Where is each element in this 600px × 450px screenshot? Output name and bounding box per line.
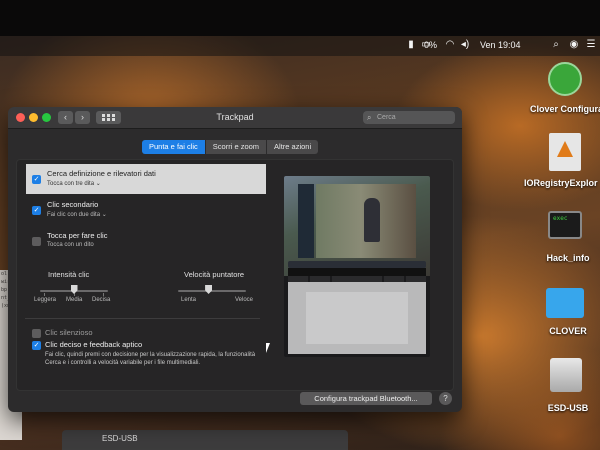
secondary-click-gesture-select[interactable]: Fai clic con due dita ⌄ xyxy=(47,211,107,218)
lookup-gesture-select[interactable]: Tocca con tre dita ⌄ xyxy=(47,180,101,187)
tab-bar: Punta e fai clic Scorri e zoom Altre azi… xyxy=(142,140,319,154)
slider-tick xyxy=(44,293,45,296)
battery-percent[interactable]: 0% xyxy=(424,40,437,50)
force-click-checkbox[interactable]: ✓ xyxy=(32,341,41,350)
displays-icon[interactable]: ▮ xyxy=(405,39,417,51)
checkmark-icon: ✓ xyxy=(33,176,40,183)
secondary-click-title: Clic secondario xyxy=(47,200,99,209)
preview-photos-sidebar xyxy=(298,184,314,258)
search-icon: ⌕ xyxy=(367,113,372,122)
checkmark-icon: ✓ xyxy=(33,342,40,349)
checkmark-icon: ✓ xyxy=(33,207,40,214)
tab-scroll-and-zoom[interactable]: Scorri e zoom xyxy=(205,140,268,154)
window-titlebar[interactable]: ‹ › Trackpad ⌕ Cerca xyxy=(8,107,462,129)
clover-folder-icon[interactable] xyxy=(546,288,584,318)
screen-bezel xyxy=(0,0,600,36)
silent-click-title: Clic silenzioso xyxy=(45,328,93,337)
clover-configurator-label[interactable]: Clover Configurator xyxy=(530,104,600,115)
preview-dock xyxy=(288,261,426,268)
section-divider xyxy=(25,318,260,319)
tab-more-gestures[interactable]: Altre azioni xyxy=(267,140,319,154)
tab-point-and-click[interactable]: Punta e fai clic xyxy=(142,140,206,154)
ioregistry-glyph-icon xyxy=(557,141,573,157)
force-click-title: Clic deciso e feedback aptico xyxy=(45,340,143,349)
clover-configurator-icon[interactable] xyxy=(548,62,582,96)
clover-label[interactable]: CLOVER xyxy=(536,326,600,336)
secondary-click-checkbox[interactable]: ✓ xyxy=(32,206,41,215)
force-click-description: Fai clic, quindi premi con decisione per… xyxy=(45,352,256,366)
mouse-pointer-icon xyxy=(266,343,274,353)
ioregistry-label[interactable]: IORegistryExplor xyxy=(524,178,600,188)
menu-bar: ▮ ▭ 0% ◠ ◂) Ven 19:04 ⌕ ◉ ☰ xyxy=(0,36,600,56)
click-strength-title: Intensità clic xyxy=(48,270,90,279)
configure-bluetooth-trackpad-button[interactable]: Configura trackpad Bluetooth... xyxy=(300,392,432,405)
exec-badge: exec xyxy=(553,215,568,222)
finder-window-edge[interactable]: ESD-USB xyxy=(62,430,348,450)
siri-icon[interactable]: ◉ xyxy=(568,39,580,51)
pointer-speed-max-label: Veloce xyxy=(235,297,254,303)
volume-icon[interactable]: ◂) xyxy=(459,39,471,51)
preview-trackpad-surface xyxy=(306,292,408,344)
finder-window-title: ESD-USB xyxy=(102,434,138,443)
click-strength-min-label: Leggera xyxy=(34,297,57,303)
pointer-speed-min-label: Lenta xyxy=(181,297,197,303)
click-strength-max-label: Decisa xyxy=(92,297,111,303)
search-placeholder: Cerca xyxy=(377,114,396,121)
help-button[interactable]: ? xyxy=(439,392,452,405)
lookup-checkbox[interactable]: ✓ xyxy=(32,175,41,184)
hack-info-icon[interactable]: exec xyxy=(548,211,582,239)
pointer-speed-title: Velocità puntatore xyxy=(184,270,245,279)
click-strength-mid-label: Media xyxy=(66,297,83,303)
tap-to-click-subtitle: Tocca con un dito xyxy=(47,242,94,248)
tap-to-click-title: Tocca per fare clic xyxy=(47,231,108,240)
tap-to-click-checkbox[interactable] xyxy=(32,237,41,246)
wifi-icon[interactable]: ◠ xyxy=(444,39,456,51)
spotlight-icon[interactable]: ⌕ xyxy=(550,39,562,51)
gesture-preview-video xyxy=(284,176,430,357)
lookup-title: Cerca definizione e rilevatori dati xyxy=(47,169,156,178)
notification-center-icon[interactable]: ☰ xyxy=(585,39,597,51)
silent-click-checkbox[interactable] xyxy=(32,329,41,338)
preview-person xyxy=(364,198,380,242)
esd-usb-drive-icon[interactable] xyxy=(550,358,582,392)
ioregistry-app-icon[interactable] xyxy=(549,133,581,171)
slider-tick xyxy=(103,293,104,296)
hack-info-label[interactable]: Hack_info xyxy=(536,253,600,263)
preview-touchbar xyxy=(288,268,426,276)
menubar-clock[interactable]: Ven 19:04 xyxy=(480,40,521,50)
selection-arrow xyxy=(256,164,266,194)
esd-usb-label[interactable]: ESD-USB xyxy=(536,403,600,413)
search-input[interactable]: ⌕ Cerca xyxy=(363,111,455,124)
